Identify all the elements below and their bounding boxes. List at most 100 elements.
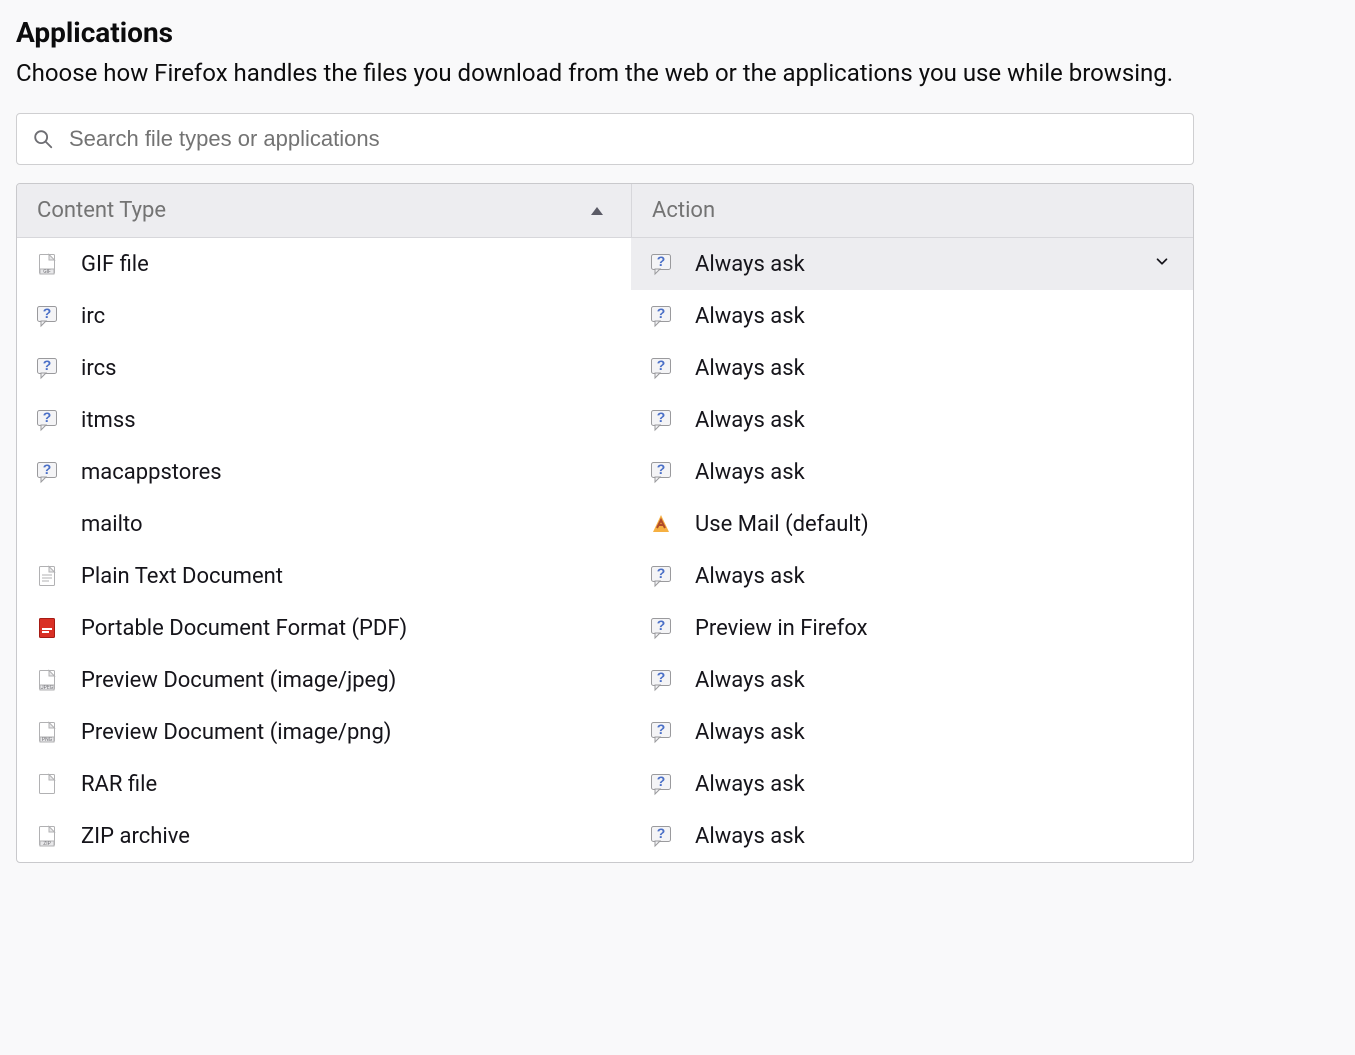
- table-row[interactable]: ? macappstores ? Always ask: [17, 446, 1193, 498]
- table-row[interactable]: RAR file ? Always ask: [17, 758, 1193, 810]
- applications-list: Content Type Action GIF GIF file ? Alway…: [16, 183, 1194, 863]
- question-bubble-icon: ?: [649, 772, 673, 796]
- content-type-label: itmss: [81, 408, 136, 433]
- question-bubble-icon: ?: [35, 356, 59, 380]
- table-row[interactable]: mailto Use Mail (default): [17, 498, 1193, 550]
- svg-text:?: ?: [657, 721, 666, 737]
- action-cell[interactable]: ? Always ask: [631, 394, 1193, 446]
- action-cell[interactable]: ? Always ask: [631, 550, 1193, 602]
- section-title: Applications: [16, 16, 1194, 49]
- content-type-cell[interactable]: PNG Preview Document (image/png): [17, 706, 631, 758]
- content-type-cell[interactable]: mailto: [17, 498, 631, 550]
- content-type-label: GIF file: [81, 252, 149, 277]
- content-type-label: mailto: [81, 512, 143, 537]
- content-type-cell[interactable]: ? irc: [17, 290, 631, 342]
- action-cell[interactable]: ? Always ask: [631, 342, 1193, 394]
- content-type-cell[interactable]: RAR file: [17, 758, 631, 810]
- question-bubble-icon: ?: [649, 824, 673, 848]
- svg-text:?: ?: [657, 617, 666, 633]
- content-type-cell[interactable]: Plain Text Document: [17, 550, 631, 602]
- content-type-label: irc: [81, 304, 105, 329]
- svg-text:ZIP: ZIP: [43, 841, 51, 847]
- svg-text:?: ?: [43, 305, 52, 321]
- content-type-cell[interactable]: ? macappstores: [17, 446, 631, 498]
- question-bubble-icon: ?: [649, 616, 673, 640]
- svg-text:?: ?: [657, 409, 666, 425]
- svg-text:?: ?: [657, 669, 666, 685]
- action-cell[interactable]: ? Always ask: [631, 446, 1193, 498]
- content-type-cell[interactable]: Portable Document Format (PDF): [17, 602, 631, 654]
- action-label: Always ask: [695, 408, 805, 433]
- text-file-icon: [35, 564, 59, 588]
- action-label: Always ask: [695, 720, 805, 745]
- action-cell[interactable]: ? Always ask: [631, 758, 1193, 810]
- action-label: Always ask: [695, 564, 805, 589]
- no-icon: [35, 512, 59, 536]
- svg-text:?: ?: [657, 461, 666, 477]
- table-row[interactable]: JPEG Preview Document (image/jpeg) ? Alw…: [17, 654, 1193, 706]
- action-label: Always ask: [695, 668, 805, 693]
- svg-text:?: ?: [657, 357, 666, 373]
- column-header-content-type[interactable]: Content Type: [17, 184, 631, 237]
- action-cell[interactable]: ? Always ask: [631, 810, 1193, 862]
- content-type-cell[interactable]: ? itmss: [17, 394, 631, 446]
- content-type-label: RAR file: [81, 772, 157, 797]
- action-label: Always ask: [695, 772, 805, 797]
- question-bubble-icon: ?: [649, 460, 673, 484]
- action-cell[interactable]: ? Preview in Firefox: [631, 602, 1193, 654]
- sort-ascending-icon: [591, 207, 603, 215]
- content-type-label: Preview Document (image/jpeg): [81, 668, 396, 693]
- search-row[interactable]: [16, 113, 1194, 165]
- table-row[interactable]: ? itmss ? Always ask: [17, 394, 1193, 446]
- svg-text:PNG: PNG: [42, 737, 53, 743]
- chevron-down-icon: [1153, 252, 1171, 277]
- question-bubble-icon: ?: [35, 408, 59, 432]
- svg-text:?: ?: [43, 461, 52, 477]
- action-label: Always ask: [695, 460, 805, 485]
- table-row[interactable]: GIF GIF file ? Always ask: [17, 238, 1193, 290]
- jpeg-file-icon: JPEG: [35, 668, 59, 692]
- action-label: Preview in Firefox: [695, 616, 868, 641]
- action-cell[interactable]: Use Mail (default): [631, 498, 1193, 550]
- svg-text:?: ?: [657, 305, 666, 321]
- content-type-cell[interactable]: GIF GIF file: [17, 238, 631, 290]
- pdf-file-icon: [35, 616, 59, 640]
- action-cell[interactable]: ? Always ask: [631, 706, 1193, 758]
- content-type-label: ZIP archive: [81, 824, 190, 849]
- action-cell[interactable]: ? Always ask: [631, 654, 1193, 706]
- question-bubble-icon: ?: [649, 408, 673, 432]
- question-bubble-icon: ?: [35, 460, 59, 484]
- action-label: Always ask: [695, 252, 805, 277]
- png-file-icon: PNG: [35, 720, 59, 744]
- content-type-cell[interactable]: ZIP ZIP archive: [17, 810, 631, 862]
- section-description: Choose how Firefox handles the files you…: [16, 55, 1176, 91]
- content-type-label: Portable Document Format (PDF): [81, 616, 407, 641]
- content-type-label: ircs: [81, 356, 116, 381]
- table-row[interactable]: Portable Document Format (PDF) ? Preview…: [17, 602, 1193, 654]
- column-header-action-label: Action: [652, 198, 715, 223]
- content-type-cell[interactable]: JPEG Preview Document (image/jpeg): [17, 654, 631, 706]
- table-row[interactable]: ? irc ? Always ask: [17, 290, 1193, 342]
- action-label: Always ask: [695, 304, 805, 329]
- question-bubble-icon: ?: [35, 304, 59, 328]
- list-header: Content Type Action: [17, 184, 1193, 238]
- table-row[interactable]: Plain Text Document ? Always ask: [17, 550, 1193, 602]
- content-type-label: Plain Text Document: [81, 564, 283, 589]
- question-bubble-icon: ?: [649, 668, 673, 692]
- column-header-content-type-label: Content Type: [37, 198, 166, 223]
- column-header-action[interactable]: Action: [631, 184, 1193, 237]
- svg-text:?: ?: [43, 409, 52, 425]
- question-bubble-icon: ?: [649, 720, 673, 744]
- table-row[interactable]: ? ircs ? Always ask: [17, 342, 1193, 394]
- action-cell[interactable]: ? Always ask: [631, 238, 1193, 290]
- content-type-label: Preview Document (image/png): [81, 720, 391, 745]
- search-input[interactable]: [67, 125, 1179, 153]
- action-label: Use Mail (default): [695, 512, 869, 537]
- svg-text:?: ?: [657, 565, 666, 581]
- action-cell[interactable]: ? Always ask: [631, 290, 1193, 342]
- question-bubble-icon: ?: [649, 304, 673, 328]
- svg-text:?: ?: [657, 253, 666, 269]
- content-type-cell[interactable]: ? ircs: [17, 342, 631, 394]
- table-row[interactable]: ZIP ZIP archive ? Always ask: [17, 810, 1193, 862]
- table-row[interactable]: PNG Preview Document (image/png) ? Alway…: [17, 706, 1193, 758]
